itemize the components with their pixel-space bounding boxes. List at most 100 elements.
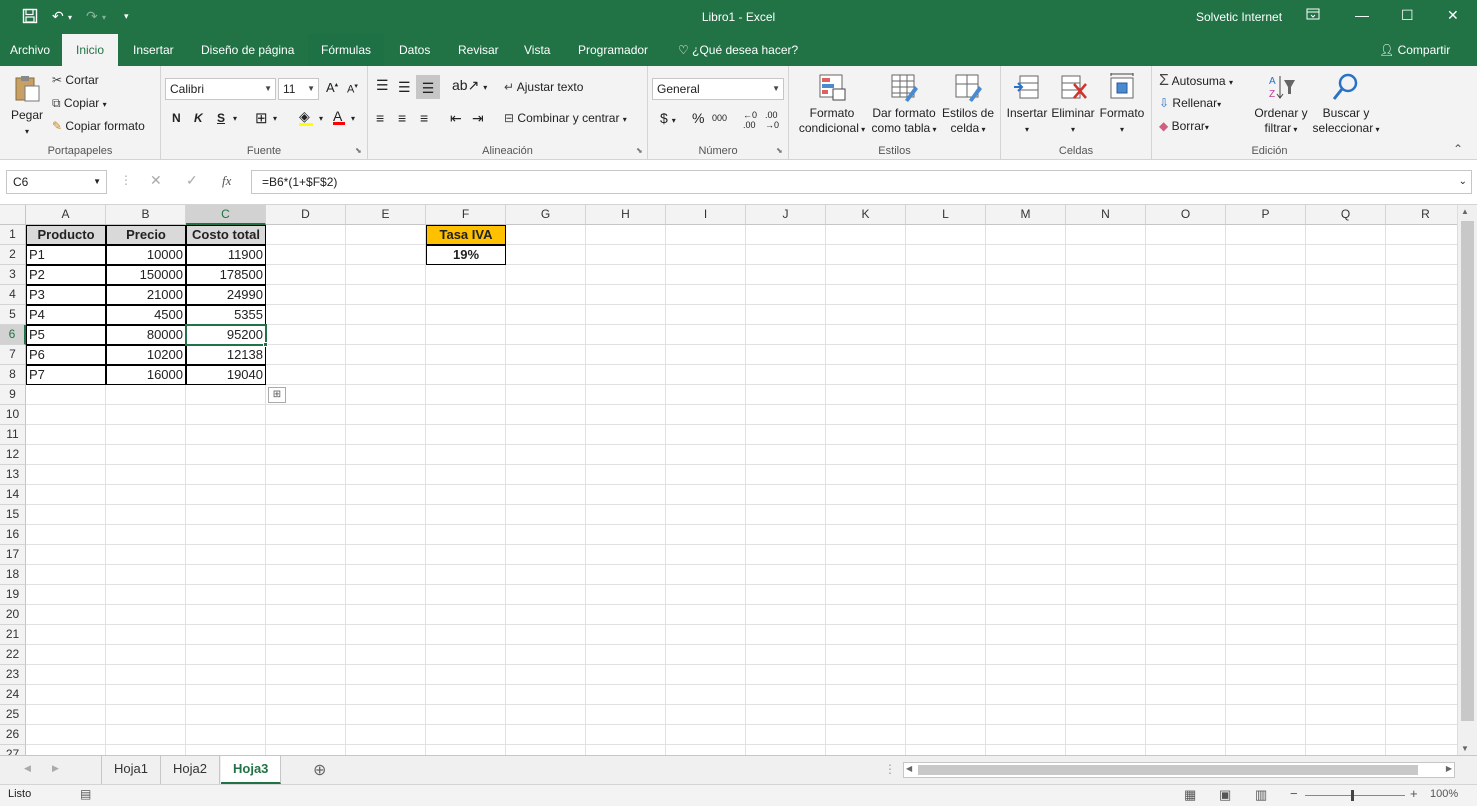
column-header-m[interactable]: M	[986, 205, 1066, 225]
row-header-5[interactable]: 5	[0, 305, 26, 325]
increase-decimal-icon[interactable]: ←0.00	[743, 110, 757, 130]
table-cell[interactable]: 12138	[186, 345, 266, 365]
table-cell[interactable]: 150000	[106, 265, 186, 285]
table-cell[interactable]: 16000	[106, 365, 186, 385]
row-header-19[interactable]: 19	[0, 585, 26, 605]
table-cell[interactable]: 21000	[106, 285, 186, 305]
zoom-in-icon[interactable]: +	[1410, 786, 1418, 801]
dialog-launcher-icon[interactable]: ⬊	[776, 146, 783, 155]
align-middle-icon[interactable]: ☰	[398, 79, 411, 96]
insert-function-icon[interactable]: fx	[222, 173, 231, 189]
scroll-tabs-left-icon[interactable]: ◀	[24, 763, 31, 774]
decrease-indent-icon[interactable]: ⇤	[450, 110, 462, 127]
h-scroll-thumb[interactable]	[918, 765, 1418, 775]
tab-insertar[interactable]: Insertar	[123, 34, 184, 66]
row-header-11[interactable]: 11	[0, 425, 26, 445]
row-header-15[interactable]: 15	[0, 505, 26, 525]
italic-button[interactable]: K	[194, 111, 203, 125]
currency-button[interactable]: $ ▾	[660, 110, 676, 126]
row-header-13[interactable]: 13	[0, 465, 26, 485]
expand-formula-icon[interactable]: ⌄	[1459, 171, 1467, 193]
insert-cells-button[interactable]: Insertar ▾	[1005, 72, 1049, 137]
normal-view-icon[interactable]: ▦	[1184, 787, 1196, 803]
paste-options-icon[interactable]: ⊞	[268, 387, 286, 403]
scroll-right-icon[interactable]: ▶	[1446, 764, 1452, 773]
cancel-icon[interactable]: ✕	[150, 172, 162, 189]
sheet-tab-hoja3[interactable]: Hoja3	[221, 756, 282, 784]
table-cell[interactable]: 5355	[186, 305, 266, 325]
scroll-thumb[interactable]	[1461, 221, 1474, 721]
row-header-7[interactable]: 7	[0, 345, 26, 365]
orientation-icon[interactable]: ab↗ ▾	[452, 77, 487, 94]
sort-filter-button[interactable]: AZ Ordenar y filtrar ▾	[1250, 72, 1312, 137]
macro-record-icon[interactable]: ▤	[80, 787, 91, 801]
row-header-23[interactable]: 23	[0, 665, 26, 685]
row-header-20[interactable]: 20	[0, 605, 26, 625]
row-header-3[interactable]: 3	[0, 265, 26, 285]
column-header-l[interactable]: L	[906, 205, 986, 225]
underline-dropdown-icon[interactable]: ▾	[233, 114, 237, 123]
zoom-level[interactable]: 100%	[1430, 788, 1458, 800]
table-cell[interactable]: 24990	[186, 285, 266, 305]
row-header-25[interactable]: 25	[0, 705, 26, 725]
column-header-o[interactable]: O	[1146, 205, 1226, 225]
format-painter-button[interactable]: ✎ Copiar formato	[52, 119, 145, 133]
table-cell[interactable]: 80000	[106, 325, 186, 345]
tell-me-box[interactable]: ♡ ¿Qué desea hacer?	[668, 34, 808, 66]
row-header-1[interactable]: 1	[0, 225, 26, 245]
minimize-icon[interactable]: —	[1355, 7, 1369, 23]
table-header-cell[interactable]: Producto	[26, 225, 106, 245]
row-header-6[interactable]: 6	[0, 325, 26, 345]
ribbon-display-icon[interactable]	[1306, 7, 1320, 24]
column-header-d[interactable]: D	[266, 205, 346, 225]
number-format-combo[interactable]: General ▼	[652, 78, 784, 100]
tax-header-cell[interactable]: Tasa IVA	[426, 225, 506, 245]
maximize-icon[interactable]: ☐	[1401, 7, 1414, 24]
fill-color-icon[interactable]: ◈	[299, 108, 313, 126]
column-header-j[interactable]: J	[746, 205, 826, 225]
borders-icon[interactable]: ⊞	[255, 109, 268, 127]
row-header-24[interactable]: 24	[0, 685, 26, 705]
fill-dropdown-icon[interactable]: ▾	[319, 114, 323, 123]
column-header-q[interactable]: Q	[1306, 205, 1386, 225]
row-header-4[interactable]: 4	[0, 285, 26, 305]
bold-button[interactable]: N	[172, 111, 181, 125]
row-header-8[interactable]: 8	[0, 365, 26, 385]
table-cell[interactable]: 10000	[106, 245, 186, 265]
column-header-f[interactable]: F	[426, 205, 506, 225]
column-header-a[interactable]: A	[26, 205, 106, 225]
row-header-17[interactable]: 17	[0, 545, 26, 565]
add-sheet-icon[interactable]: ⊕	[313, 760, 326, 780]
row-header-22[interactable]: 22	[0, 645, 26, 665]
column-header-c[interactable]: C	[186, 205, 266, 225]
align-center-icon[interactable]: ≡	[398, 110, 406, 126]
cell-styles-button[interactable]: Estilos de celda ▾	[939, 72, 997, 137]
grow-font-button[interactable]: A▴	[326, 80, 338, 95]
sheet-tab-hoja2[interactable]: Hoja2	[161, 756, 220, 784]
column-header-r[interactable]: R	[1386, 205, 1457, 225]
conditional-format-button[interactable]: Formato condicional ▾	[793, 72, 871, 137]
underline-button[interactable]: S	[217, 111, 225, 125]
scroll-down-icon[interactable]: ▼	[1461, 744, 1469, 753]
fill-handle[interactable]	[263, 342, 268, 347]
table-cell[interactable]: 178500	[186, 265, 266, 285]
column-header-n[interactable]: N	[1066, 205, 1146, 225]
increase-indent-icon[interactable]: ⇥	[472, 110, 484, 127]
zoom-slider-thumb[interactable]	[1351, 790, 1354, 801]
formula-input[interactable]: =B6*(1+$F$2) ⌄	[251, 170, 1472, 194]
row-header-2[interactable]: 2	[0, 245, 26, 265]
sheet-tab-hoja1[interactable]: Hoja1	[101, 756, 161, 784]
tab-inicio[interactable]: Inicio	[62, 34, 118, 66]
table-cell[interactable]: P5	[26, 325, 106, 345]
format-as-table-button[interactable]: Dar formato como tabla ▾	[869, 72, 939, 137]
tab-vista[interactable]: Vista	[514, 34, 560, 66]
table-cell[interactable]: 11900	[186, 245, 266, 265]
page-break-view-icon[interactable]: ▥	[1255, 787, 1267, 803]
table-header-cell[interactable]: Precio	[106, 225, 186, 245]
confirm-icon[interactable]: ✓	[186, 172, 198, 189]
select-all-corner[interactable]	[0, 205, 26, 225]
table-cell[interactable]: 95200	[186, 325, 266, 345]
tab-revisar[interactable]: Revisar	[448, 34, 509, 66]
borders-dropdown-icon[interactable]: ▾	[273, 114, 277, 123]
paste-button[interactable]: Pegar ▾	[8, 74, 46, 139]
